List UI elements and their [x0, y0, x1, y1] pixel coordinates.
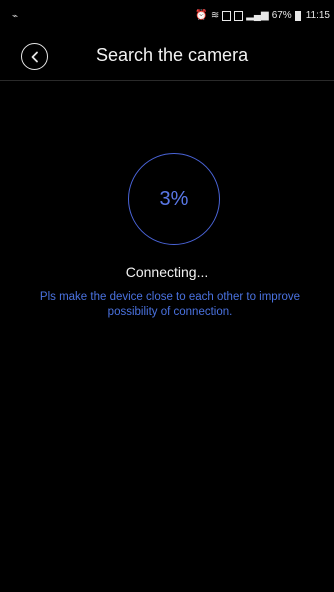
- image-icon: [234, 11, 244, 21]
- header-bar: Search the camera: [0, 36, 334, 81]
- status-icons: ⏰ ≋ ▂▄▆ 67% 11:15: [195, 10, 330, 22]
- page-title: Search the camera: [96, 45, 249, 65]
- progress-percent: 3%: [159, 187, 189, 210]
- connection-hint: Pls make the device close to each other …: [39, 291, 301, 318]
- progress-ring: 3%: [128, 153, 220, 245]
- signal-icon: ▂▄▆: [246, 10, 269, 21]
- clock-time: 11:15: [305, 10, 330, 21]
- notification-icon: [222, 11, 232, 21]
- alarm-icon: ⏰: [195, 10, 208, 21]
- battery-percent: 67%: [271, 10, 292, 21]
- battery-icon: [294, 11, 301, 21]
- cast-icon: ⌁: [12, 11, 19, 22]
- chevron-left-icon: [31, 51, 38, 62]
- back-button[interactable]: [21, 43, 48, 70]
- connection-status: Connecting...: [125, 264, 209, 280]
- status-bar: ⌁ ⏰ ≋ ▂▄▆ 67% 11:15: [0, 0, 334, 36]
- wifi-icon: ≋: [210, 10, 220, 21]
